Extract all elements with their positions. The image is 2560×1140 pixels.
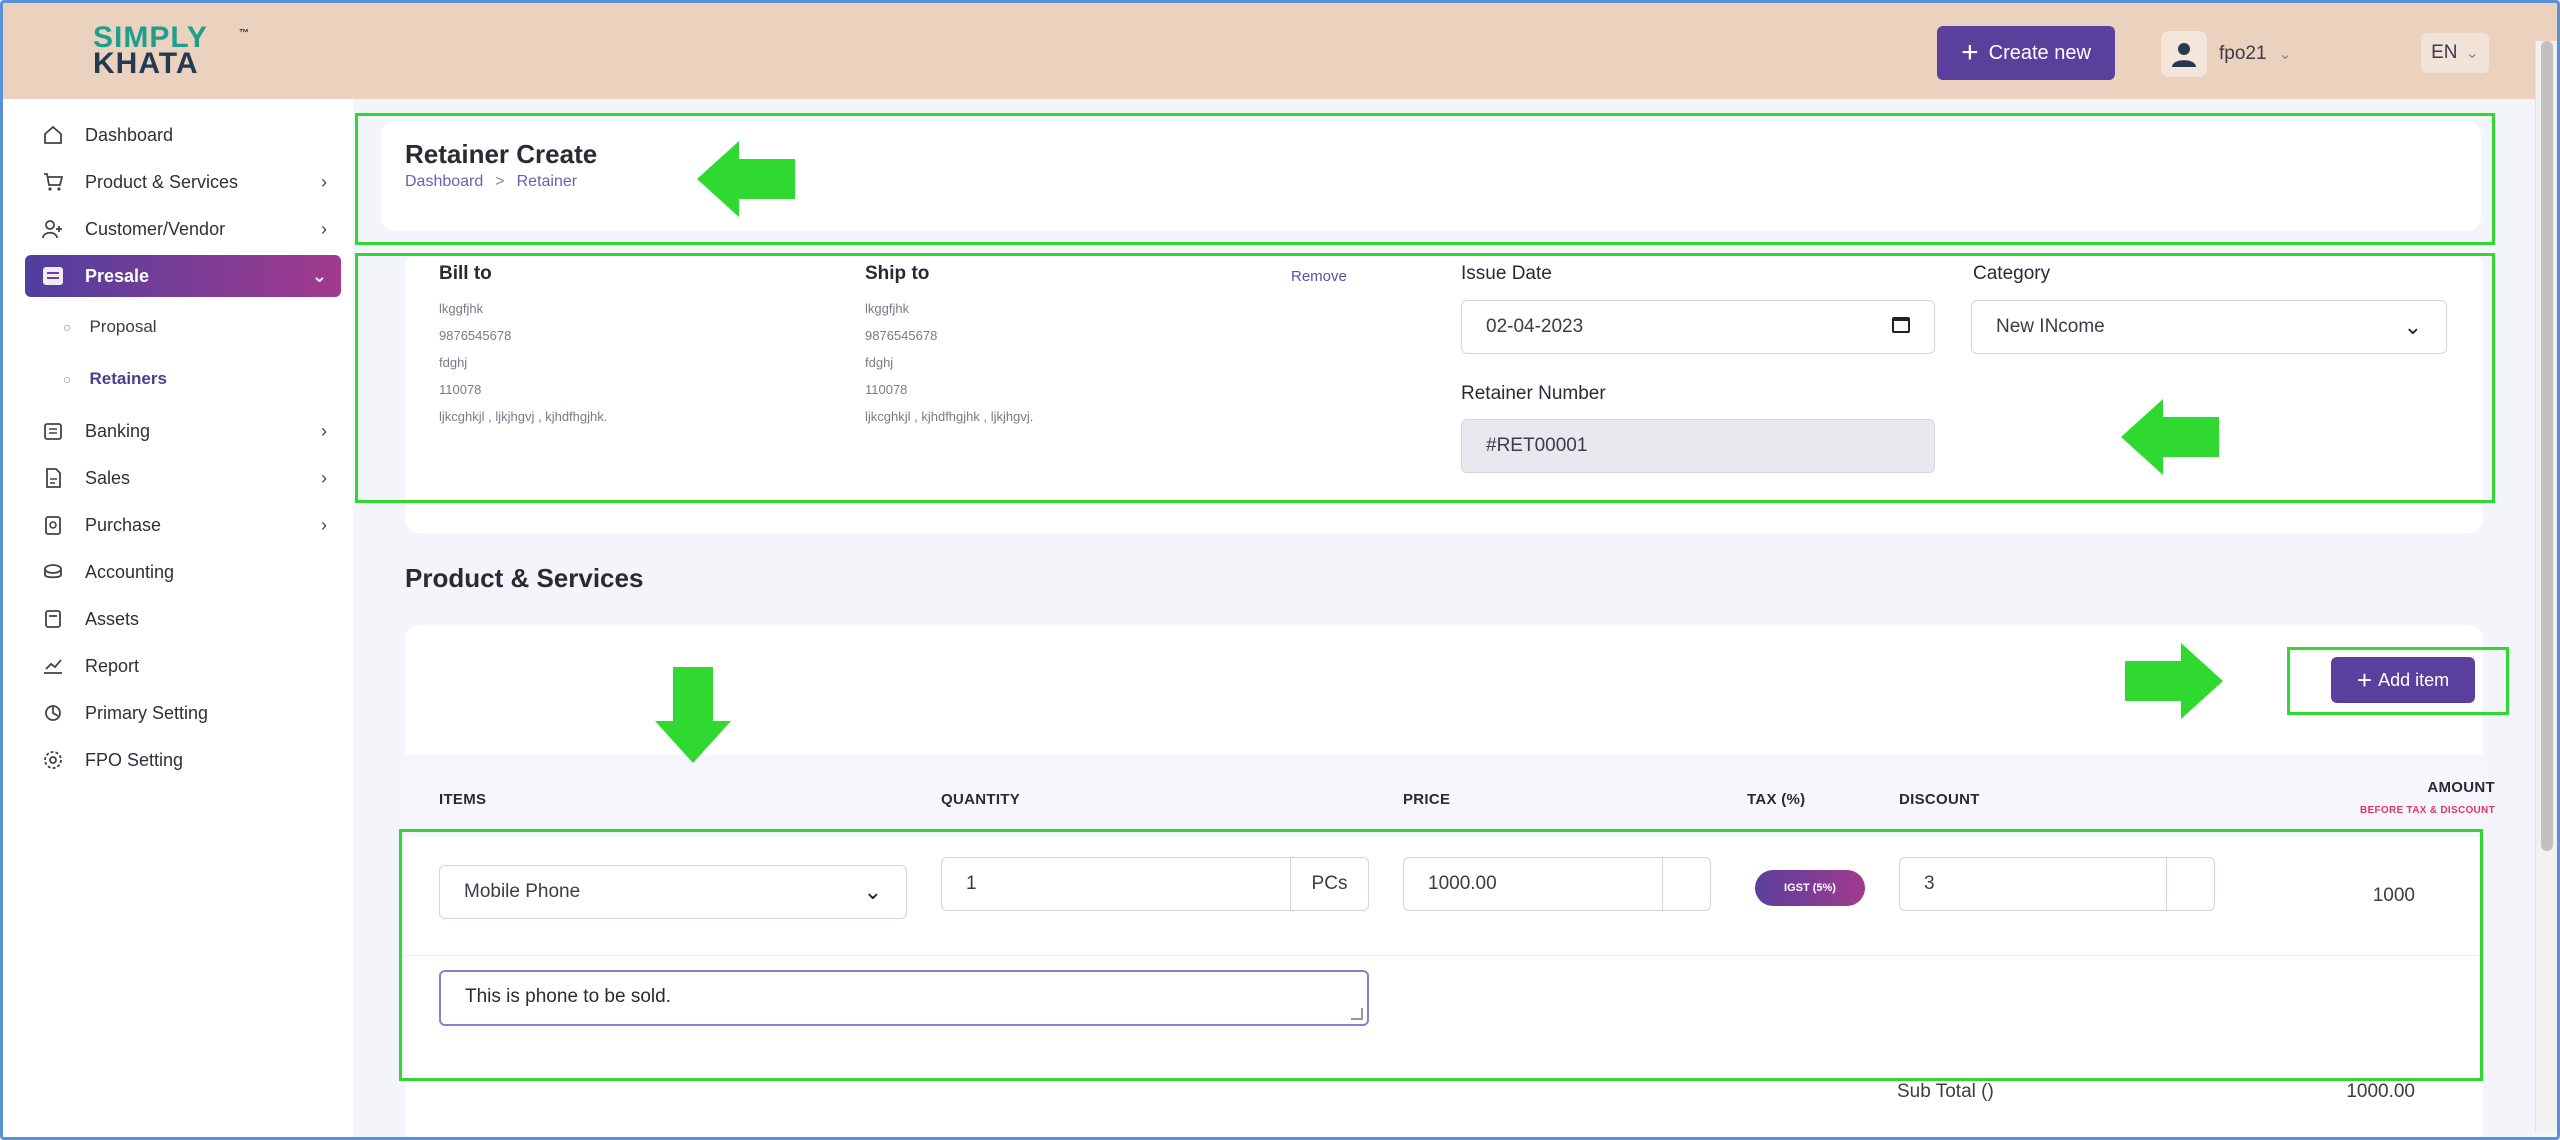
top-bar: SIMPLY KHATA ™ + Create new fpo21 ⌄ EN ⌄ (3, 3, 2557, 99)
cart-icon (39, 168, 67, 196)
sidebar-item-label: Assets (85, 608, 140, 629)
sidebar-item-label: Presale (85, 265, 150, 286)
sidebar-item-label: Dashboard (85, 124, 174, 145)
gear-icon (39, 746, 67, 774)
bullet-icon: ○ (63, 371, 72, 387)
sidebar-item-banking[interactable]: Banking › (25, 410, 341, 452)
sidebar-item-product-services[interactable]: Product & Services › (25, 161, 341, 203)
accounting-icon (39, 558, 67, 586)
column-header-tax: TAX (%) (1747, 791, 1806, 808)
create-new-button[interactable]: + Create new (1937, 26, 2115, 80)
bullet-icon: ○ (63, 319, 72, 335)
sidebar-item-label: Sales (85, 467, 131, 488)
annotation-arrow-left-icon (2121, 399, 2219, 475)
report-icon (39, 652, 67, 680)
sidebar-subitem-label: Proposal (89, 317, 157, 336)
logo-text-bottom: KHATA (93, 47, 199, 80)
sidebar-item-fpo-setting[interactable]: FPO Setting (25, 739, 341, 781)
sidebar-subitem-retainers[interactable]: ○ Retainers (63, 361, 167, 397)
column-header-items: ITEMS (439, 791, 487, 808)
home-icon (39, 121, 67, 149)
column-header-discount: DISCOUNT (1899, 791, 1980, 808)
highlight-box-header (355, 113, 2495, 245)
sidebar-subitem-proposal[interactable]: ○ Proposal (63, 309, 157, 345)
sidebar-item-customer-vendor[interactable]: Customer/Vendor › (25, 208, 341, 250)
sales-icon (39, 464, 67, 492)
products-section-title: Product & Services (405, 563, 644, 593)
sidebar-item-label: Primary Setting (85, 702, 209, 723)
chevron-right-icon: › (321, 514, 327, 535)
highlight-box-add-item (2287, 647, 2509, 715)
sidebar: Dashboard Product & Services › Customer/… (3, 99, 353, 1137)
sidebar-item-primary-setting[interactable]: Primary Setting (25, 692, 341, 734)
sidebar-item-label: Purchase (85, 514, 162, 535)
chevron-right-icon: › (321, 218, 327, 239)
column-header-price: PRICE (1403, 791, 1451, 808)
subtotal-value: 1000.00 (2346, 1081, 2415, 1102)
chevron-right-icon: › (321, 171, 327, 192)
settings-icon (39, 699, 67, 727)
sidebar-item-label: FPO Setting (85, 749, 184, 770)
presale-icon (39, 262, 67, 290)
app-window: SIMPLY KHATA ™ + Create new fpo21 ⌄ EN ⌄… (0, 0, 2560, 1140)
sidebar-item-sales[interactable]: Sales › (25, 457, 341, 499)
chevron-down-icon: ⌄ (2278, 46, 2292, 63)
chevron-right-icon: › (321, 467, 327, 488)
sidebar-item-report[interactable]: Report (25, 645, 341, 687)
username: fpo21 (2219, 43, 2267, 64)
avatar (2161, 31, 2207, 77)
logo-trademark: ™ (239, 28, 250, 39)
app-logo[interactable]: SIMPLY KHATA ™ (93, 23, 249, 80)
language-label: EN (2431, 42, 2458, 63)
purchase-icon (39, 511, 67, 539)
sidebar-item-assets[interactable]: Assets (25, 598, 341, 640)
annotation-arrow-right-icon (2125, 643, 2223, 719)
amount-note: BEFORE TAX & DISCOUNT (2359, 805, 2495, 816)
bank-icon (39, 417, 67, 445)
chevron-down-icon: ⌄ (2465, 45, 2479, 62)
subtotal-label: Sub Total () (1897, 1081, 1994, 1102)
chevron-right-icon: › (321, 420, 327, 441)
user-menu[interactable]: fpo21 ⌄ (2161, 31, 2292, 77)
sidebar-item-label: Product & Services (85, 171, 239, 192)
column-header-amount: AMOUNT (2427, 779, 2495, 796)
annotation-arrow-left-icon (697, 141, 795, 217)
assets-icon (39, 605, 67, 633)
scrollbar-thumb[interactable] (2541, 41, 2553, 851)
sidebar-item-label: Banking (85, 420, 151, 441)
sidebar-item-label: Accounting (85, 561, 175, 582)
plus-icon: + (1961, 36, 1979, 69)
page-scrollbar[interactable] (2535, 41, 2557, 1131)
column-header-quantity: QUANTITY (941, 791, 1021, 808)
user-icon (2172, 43, 2196, 67)
sidebar-item-label: Customer/Vendor (85, 218, 226, 239)
sidebar-item-accounting[interactable]: Accounting (25, 551, 341, 593)
sidebar-subitem-label: Retainers (89, 369, 167, 388)
user-add-icon (39, 215, 67, 243)
sidebar-item-presale[interactable]: Presale ⌄ (25, 255, 341, 297)
annotation-arrow-down-icon (655, 667, 731, 763)
sidebar-item-dashboard[interactable]: Dashboard (25, 114, 341, 156)
sidebar-item-purchase[interactable]: Purchase › (25, 504, 341, 546)
highlight-box-item-row (399, 829, 2483, 1081)
create-new-label: Create new (1988, 41, 2091, 64)
chevron-down-icon: ⌄ (311, 265, 327, 286)
language-selector[interactable]: EN ⌄ (2421, 33, 2489, 73)
sidebar-item-label: Report (85, 655, 140, 676)
